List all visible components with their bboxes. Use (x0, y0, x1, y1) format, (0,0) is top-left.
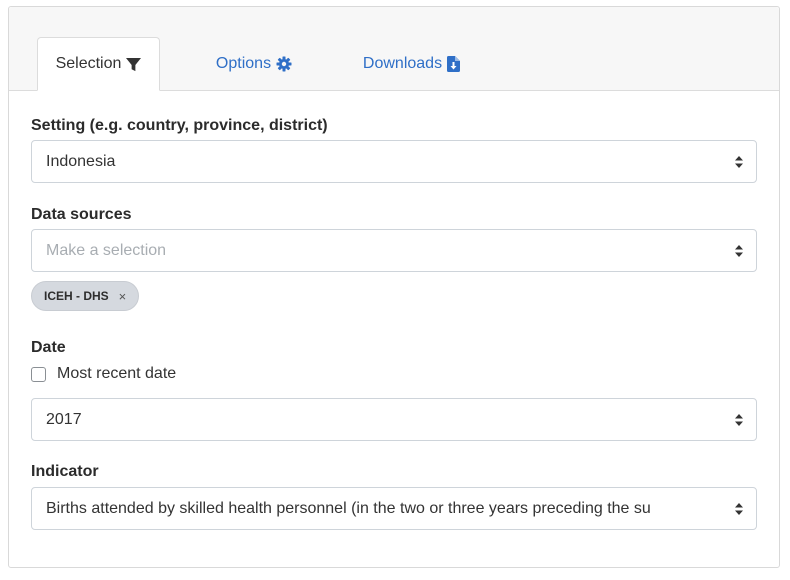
sort-caret-icon (735, 414, 743, 426)
file-download-icon (447, 55, 461, 72)
setting-select[interactable]: Indonesia (31, 140, 757, 183)
gear-icon (276, 56, 292, 72)
sort-caret-icon (735, 245, 743, 257)
data-sources-select[interactable]: Make a selection (31, 229, 757, 272)
tab-options[interactable]: Options (209, 37, 299, 90)
filter-icon (126, 57, 142, 72)
data-sources-placeholder: Make a selection (46, 241, 167, 259)
data-source-tag: ICEH - DHS × (31, 281, 140, 311)
tab-downloads[interactable]: Downloads (359, 37, 464, 90)
most-recent-date-checkbox[interactable] (31, 366, 46, 382)
tab-downloads-label: Downloads (362, 54, 443, 72)
tab-options-label: Options (215, 54, 272, 72)
setting-value: Indonesia (46, 152, 116, 170)
data-sources-label: Data sources (31, 206, 132, 223)
most-recent-date-row: Most recent date (31, 365, 176, 383)
date-label: Date (31, 339, 66, 356)
date-value: 2017 (46, 410, 82, 428)
date-select[interactable]: 2017 (31, 398, 757, 441)
remove-tag-button[interactable]: × (119, 289, 127, 304)
tab-selection[interactable]: Selection (37, 37, 160, 91)
indicator-value: Births attended by skilled health person… (46, 499, 651, 517)
tab-bar: Selection Options Downloads (9, 7, 779, 91)
setting-label: Setting (e.g. country, province, distric… (31, 117, 328, 134)
selection-panel: Selection Options Downloads Setting (e.g… (8, 6, 780, 568)
most-recent-date-label[interactable]: Most recent date (57, 365, 176, 383)
sort-caret-icon (735, 503, 743, 515)
indicator-label: Indicator (31, 463, 99, 480)
tab-selection-label: Selection (55, 55, 122, 72)
indicator-select[interactable]: Births attended by skilled health person… (31, 487, 757, 530)
data-source-tag-label: ICEH - DHS (44, 289, 109, 303)
sort-caret-icon (735, 156, 743, 168)
